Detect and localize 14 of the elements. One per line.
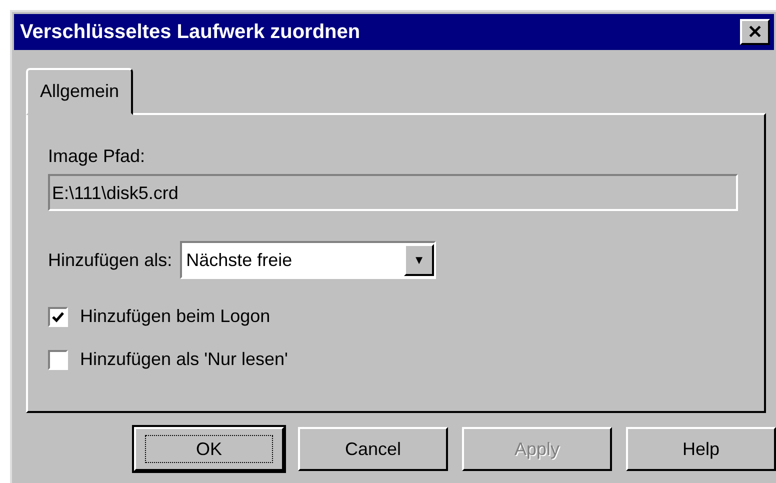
checkbox[interactable] [48,306,68,326]
window-title: Verschlüsseltes Laufwerk zuordnen [20,20,360,45]
add-as-dropdown[interactable]: Nächste freie ▼ [180,241,436,279]
checkbox-label[interactable]: Hinzufügen beim Logon [80,303,270,330]
field-label: Hinzufügen als: [48,248,172,272]
tab[interactable]: Allgemein [26,68,134,115]
checkbox-label[interactable]: Hinzufügen als 'Nur lesen' [80,346,288,373]
dialog-button[interactable]: Cancel [298,427,448,471]
field-label: Image Pfad: [48,145,146,168]
close-button[interactable]: ✕ [740,19,770,45]
dialog-button[interactable]: Help [626,427,776,471]
dialog-button[interactable]: OK [134,427,284,471]
checkmark-icon [51,310,65,324]
checkbox[interactable] [48,350,68,370]
